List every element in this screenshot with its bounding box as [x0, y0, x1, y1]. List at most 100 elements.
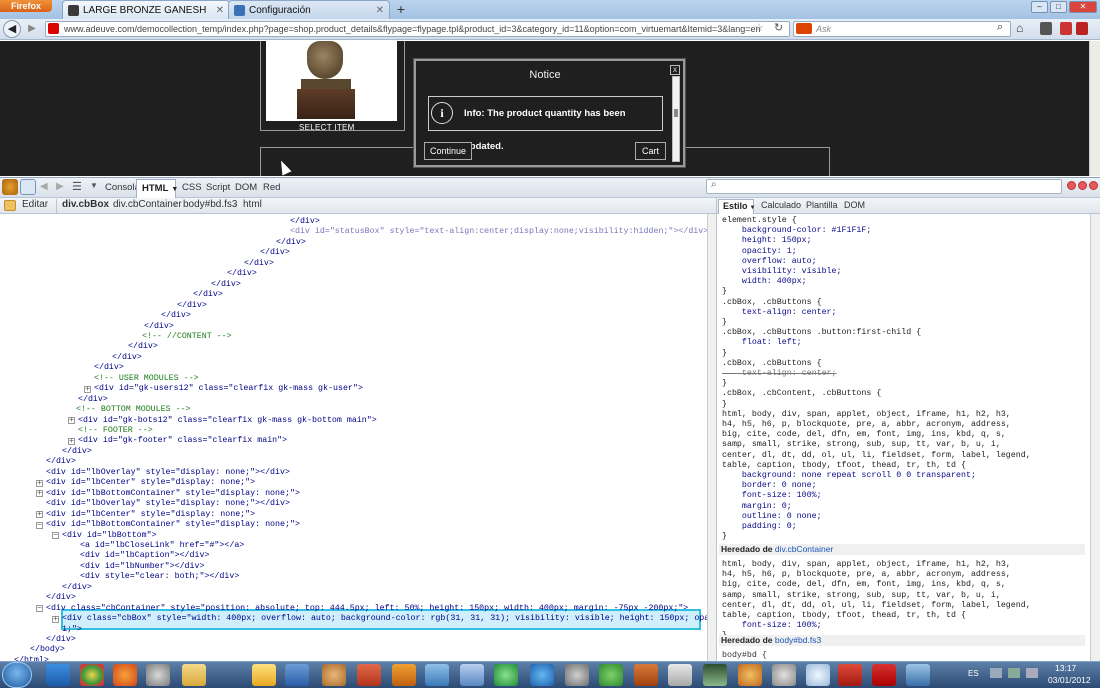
css-selector[interactable]: .cbBox, .cbContent, .cbButtons { [722, 389, 881, 399]
css-selector[interactable]: } [722, 400, 727, 410]
html-code-line[interactable]: <div id="lbCenter" style="display: none;… [46, 478, 255, 488]
html-code-line[interactable]: <div id="statusBox" style="text-align:ce… [290, 227, 708, 237]
css-selector[interactable]: body#bd { [722, 651, 767, 661]
tab-dom[interactable]: DOM [235, 182, 257, 193]
close-firebug-icon[interactable] [1089, 181, 1098, 190]
html-code-line[interactable]: <div id="lbCenter" style="display: none;… [46, 510, 255, 520]
tab-css[interactable]: CSS [182, 182, 202, 193]
new-tab-button[interactable]: + [392, 2, 410, 17]
app-icon[interactable] [357, 664, 381, 686]
addon-icon[interactable] [1040, 22, 1052, 35]
tray-icon[interactable] [990, 668, 1002, 678]
html-code-line[interactable]: <div class="cbBox" style="width: 400px; … [62, 614, 734, 624]
firebug-icon[interactable] [2, 179, 18, 195]
word-icon[interactable] [285, 664, 309, 686]
css-selector[interactable]: .cbBox, .cbButtons .button:first-child { [722, 328, 921, 338]
css-property[interactable]: border: 0 none; [722, 481, 817, 491]
chevron-down-icon[interactable]: ▼ [750, 205, 756, 211]
css-selector[interactable]: } [722, 379, 727, 389]
html-code-line[interactable]: </div> [193, 290, 223, 300]
html-code-line[interactable]: </div> [62, 447, 92, 457]
collapse-node-icon[interactable]: − [36, 605, 43, 613]
css-selector[interactable]: big, cite, code, del, dfn, em, font, img… [722, 430, 1006, 440]
html-code-line[interactable]: </div> [46, 635, 76, 645]
css-property[interactable]: height: 150px; [722, 236, 812, 246]
css-property[interactable]: font-size: 100%; [722, 491, 822, 501]
css-property[interactable]: overflow: auto; [722, 257, 817, 267]
css-selector[interactable]: samp, small, strike, strong, sub, sup, t… [722, 440, 1001, 450]
css-selector[interactable]: html, body, div, span, applet, object, i… [722, 410, 1011, 420]
close-icon[interactable]: x [670, 65, 680, 75]
html-code-line[interactable]: </div> [94, 363, 124, 373]
css-selector[interactable]: } [722, 287, 727, 297]
html-code-line[interactable]: <div id="lbOverlay" style="display: none… [46, 499, 290, 509]
tab-plantilla[interactable]: Plantilla [806, 200, 838, 210]
css-selector[interactable]: } [722, 318, 727, 328]
css-selector[interactable]: h4, h5, h6, p, blockquote, pre, a, abbr,… [722, 420, 1011, 430]
tab-html[interactable]: HTML ▼ [136, 179, 178, 198]
html-code-line[interactable]: </div> [276, 238, 306, 248]
home-icon[interactable]: ⌂ [1016, 21, 1023, 35]
css-selector[interactable]: samp, small, strike, strong, sub, sup, t… [722, 591, 1001, 601]
html-code-line[interactable]: </div> [227, 269, 257, 279]
notice-scrollbar[interactable] [672, 76, 680, 162]
html-code-line[interactable]: </div> [290, 217, 320, 227]
html-code-line[interactable]: <div style="clear: both;"></div> [80, 572, 239, 582]
html-code-line[interactable]: <div id="lbBottom"> [62, 531, 157, 541]
expand-node-icon[interactable]: + [52, 615, 59, 623]
css-selector[interactable]: } [722, 532, 727, 542]
html-code-line[interactable]: <div id="gk-bots12" class="clearfix gk-m… [78, 416, 377, 426]
tab-dom-side[interactable]: DOM [844, 200, 865, 210]
app-icon[interactable] [703, 664, 727, 686]
html-code-line[interactable]: <a id="lbCloseLink" href="#"></a> [80, 541, 244, 551]
html-comment-line[interactable]: <!-- //CONTENT --> [142, 332, 232, 342]
html-code-line[interactable]: <div id="lbCaption"></div> [80, 551, 209, 561]
app-icon[interactable] [772, 664, 796, 686]
app-icon[interactable] [906, 664, 930, 686]
product-image[interactable] [266, 41, 397, 121]
language-indicator[interactable]: ES [968, 669, 979, 678]
url-bar[interactable]: www.adeuve.com/democollection_temp/index… [45, 21, 790, 37]
html-comment-line[interactable]: <!-- BOTTOM MODULES --> [76, 405, 191, 415]
bookmark-star-icon[interactable]: ☆ [754, 21, 764, 34]
app-icon[interactable] [738, 664, 762, 686]
css-selector[interactable]: table, caption, tbody, tfoot, thead, tr,… [722, 611, 966, 621]
breadcrumb-item[interactable]: div.cbContainer [113, 199, 182, 210]
detach-firebug-icon[interactable] [1078, 181, 1087, 190]
site-identity-icon[interactable] [48, 23, 59, 34]
html-comment-line[interactable]: <!-- FOOTER --> [78, 426, 153, 436]
html-code-line[interactable]: </div> [46, 457, 76, 467]
addon-icon[interactable] [1060, 22, 1072, 35]
expand-node-icon[interactable]: + [68, 417, 75, 425]
css-property[interactable]: text-align: center; [722, 308, 837, 318]
css-property[interactable]: padding: 0; [722, 522, 797, 532]
tab-red[interactable]: Red [263, 182, 280, 193]
html-code-line[interactable]: 1;"> [62, 625, 82, 635]
html-code-line[interactable]: </div> [211, 280, 241, 290]
css-selector[interactable]: h4, h5, h6, p, blockquote, pre, a, abbr,… [722, 570, 1011, 580]
css-property[interactable]: width: 400px; [722, 277, 807, 287]
css-property[interactable]: float: left; [722, 338, 802, 348]
html-code-line[interactable]: </div> [78, 395, 108, 405]
minimize-button[interactable]: – [1031, 1, 1048, 13]
tab-estilo[interactable]: Estilo ▼ [718, 199, 756, 214]
firefox-icon[interactable] [113, 664, 137, 686]
continue-button[interactable]: Continue [424, 142, 472, 160]
network-icon[interactable] [1008, 668, 1020, 678]
html-code-line[interactable]: </div> [128, 342, 158, 352]
css-property[interactable]: background: none repeat scroll 0 0 trans… [722, 471, 976, 481]
app-icon[interactable] [425, 664, 449, 686]
app-icon[interactable] [565, 664, 589, 686]
html-code-line[interactable]: <div id="lbNumber"></div> [80, 562, 204, 572]
scrollbar-thumb[interactable] [674, 109, 678, 117]
app-icon[interactable] [668, 664, 692, 686]
expand-node-icon[interactable]: + [84, 385, 91, 393]
start-button[interactable] [2, 662, 32, 688]
spotify-icon[interactable] [599, 664, 623, 686]
css-selector[interactable]: html, body, div, span, applet, object, i… [722, 560, 1011, 570]
itunes-icon[interactable] [530, 664, 554, 686]
tab-script[interactable]: Script [206, 182, 230, 193]
html-code-line[interactable]: <div id="gk-footer" class="clearfix main… [78, 436, 287, 446]
html-code-line[interactable]: <div id="lbBottomContainer" style="displ… [46, 520, 300, 530]
inspect-element-icon[interactable] [20, 179, 36, 195]
